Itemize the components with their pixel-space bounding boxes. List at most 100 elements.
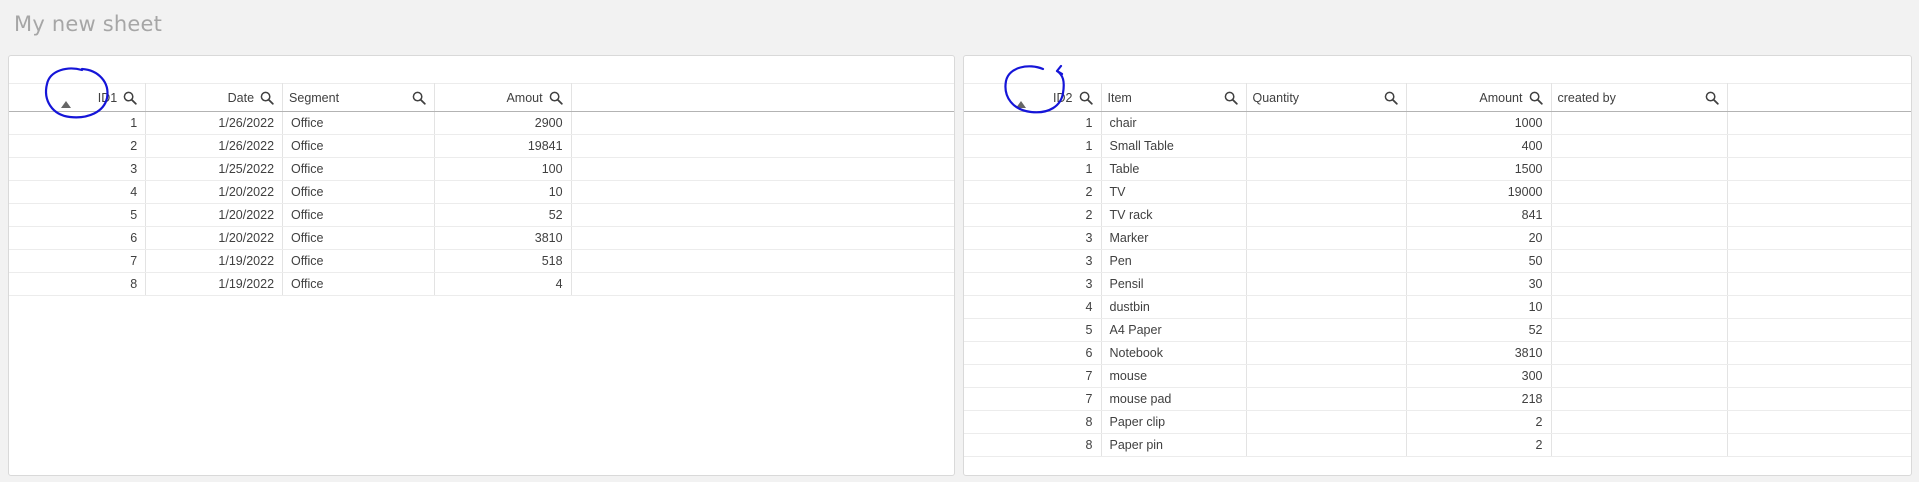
column-header-quantity[interactable]: Quantity <box>1246 83 1407 112</box>
table-cell[interactable]: Marker <box>1101 226 1247 250</box>
table-cell[interactable]: Office <box>282 272 435 296</box>
table-row[interactable]: 8 Paper pin 2 <box>964 433 1911 457</box>
table-cell[interactable]: 4 <box>9 180 147 204</box>
column-header-id1[interactable]: ID1 <box>9 83 147 112</box>
table-cell[interactable]: 7 <box>964 387 1102 411</box>
search-icon[interactable] <box>412 91 426 105</box>
table-cell[interactable]: 518 <box>434 249 572 273</box>
table-cell[interactable]: Office <box>282 203 435 227</box>
table-cell[interactable]: 1/26/2022 <box>145 111 284 135</box>
table-cell[interactable] <box>1246 433 1407 457</box>
column-header-amount[interactable]: Amount <box>1406 83 1552 112</box>
search-icon[interactable] <box>549 91 563 105</box>
search-icon[interactable] <box>1529 91 1543 105</box>
table-cell[interactable]: 3810 <box>434 226 572 250</box>
search-icon[interactable] <box>1705 91 1719 105</box>
table-cell[interactable]: 1/19/2022 <box>145 249 284 273</box>
table-row[interactable]: 1 Small Table 400 <box>964 134 1911 158</box>
table-row[interactable]: 2 TV rack 841 <box>964 203 1911 227</box>
table-cell[interactable]: Pensil <box>1101 272 1247 296</box>
table-cell[interactable] <box>1246 111 1407 135</box>
table-row[interactable]: 1 1/26/2022 Office 2900 <box>9 111 954 135</box>
table-cell[interactable]: 3810 <box>1406 341 1552 365</box>
table-cell[interactable]: 50 <box>1406 249 1552 273</box>
table-cell[interactable]: 2 <box>9 134 147 158</box>
table-cell[interactable]: TV rack <box>1101 203 1247 227</box>
table-row[interactable]: 4 dustbin 10 <box>964 295 1911 319</box>
table-row[interactable]: 3 Marker 20 <box>964 226 1911 250</box>
table-cell[interactable]: 2 <box>1406 433 1552 457</box>
table-cell[interactable]: 1 <box>964 111 1102 135</box>
table-cell[interactable]: 3 <box>964 249 1102 273</box>
table-cell[interactable]: 2 <box>964 203 1102 227</box>
table-row[interactable]: 3 Pensil 30 <box>964 272 1911 296</box>
table-cell[interactable] <box>1246 134 1407 158</box>
table-cell[interactable]: 1/20/2022 <box>145 226 284 250</box>
table-cell[interactable]: mouse pad <box>1101 387 1247 411</box>
table-cell[interactable] <box>1551 410 1728 434</box>
table-cell[interactable] <box>1246 341 1407 365</box>
table-row[interactable]: 5 A4 Paper 52 <box>964 318 1911 342</box>
table-cell[interactable]: 2900 <box>434 111 572 135</box>
table-cell[interactable]: Office <box>282 111 435 135</box>
table-cell[interactable]: 100 <box>434 157 572 181</box>
table-cell[interactable]: 52 <box>1406 318 1552 342</box>
table-cell[interactable] <box>1246 203 1407 227</box>
table-cell[interactable]: mouse <box>1101 364 1247 388</box>
table-cell[interactable]: Small Table <box>1101 134 1247 158</box>
table-cell[interactable]: 10 <box>1406 295 1552 319</box>
table-row[interactable]: 3 1/25/2022 Office 100 <box>9 157 954 181</box>
table-cell[interactable] <box>1246 318 1407 342</box>
table-cell[interactable]: 19000 <box>1406 180 1552 204</box>
table-cell[interactable]: 5 <box>9 203 147 227</box>
table-cell[interactable] <box>1551 318 1728 342</box>
table-cell[interactable] <box>1551 203 1728 227</box>
table-cell[interactable]: 30 <box>1406 272 1552 296</box>
table-cell[interactable]: 3 <box>964 272 1102 296</box>
table-cell[interactable] <box>1551 364 1728 388</box>
table-cell[interactable]: 3 <box>964 226 1102 250</box>
table-cell[interactable]: 2 <box>1406 410 1552 434</box>
table-cell[interactable] <box>1551 341 1728 365</box>
table-cell[interactable]: Table <box>1101 157 1247 181</box>
search-icon[interactable] <box>1224 91 1238 105</box>
table-row[interactable]: 2 1/26/2022 Office 19841 <box>9 134 954 158</box>
search-icon[interactable] <box>1079 91 1093 105</box>
table-cell[interactable] <box>1551 111 1728 135</box>
table-cell[interactable]: 1/20/2022 <box>145 180 284 204</box>
table-cell[interactable]: chair <box>1101 111 1247 135</box>
table-row[interactable]: 7 mouse pad 218 <box>964 387 1911 411</box>
table-cell[interactable] <box>1551 295 1728 319</box>
table-cell[interactable] <box>1246 180 1407 204</box>
table-cell[interactable]: 400 <box>1406 134 1552 158</box>
table-cell[interactable]: 218 <box>1406 387 1552 411</box>
table-cell[interactable] <box>1246 364 1407 388</box>
table-cell[interactable]: 1/19/2022 <box>145 272 284 296</box>
table-cell[interactable]: 1 <box>964 134 1102 158</box>
table-cell[interactable]: Office <box>282 180 435 204</box>
table-row[interactable]: 8 1/19/2022 Office 4 <box>9 272 954 296</box>
search-icon[interactable] <box>1384 91 1398 105</box>
table-cell[interactable] <box>1551 226 1728 250</box>
table-cell[interactable]: Office <box>282 226 435 250</box>
column-header-id2[interactable]: ID2 <box>964 83 1102 112</box>
table-cell[interactable]: 300 <box>1406 364 1552 388</box>
table-row[interactable]: 1 chair 1000 <box>964 111 1911 135</box>
table-cell[interactable] <box>1246 272 1407 296</box>
table-row[interactable]: 6 Notebook 3810 <box>964 341 1911 365</box>
table-cell[interactable] <box>1551 157 1728 181</box>
table-cell[interactable]: Pen <box>1101 249 1247 273</box>
table-row[interactable]: 5 1/20/2022 Office 52 <box>9 203 954 227</box>
table-cell[interactable]: Paper clip <box>1101 410 1247 434</box>
table-row[interactable]: 6 1/20/2022 Office 3810 <box>9 226 954 250</box>
column-header-item[interactable]: Item <box>1101 83 1247 112</box>
table-cell[interactable] <box>1246 249 1407 273</box>
table-row[interactable]: 2 TV 19000 <box>964 180 1911 204</box>
table-cell[interactable] <box>1551 180 1728 204</box>
table-cell[interactable]: 19841 <box>434 134 572 158</box>
table-row[interactable]: 7 1/19/2022 Office 518 <box>9 249 954 273</box>
table-cell[interactable]: 1000 <box>1406 111 1552 135</box>
table-cell[interactable]: 841 <box>1406 203 1552 227</box>
table-row[interactable]: 1 Table 1500 <box>964 157 1911 181</box>
table-cell[interactable] <box>1246 387 1407 411</box>
